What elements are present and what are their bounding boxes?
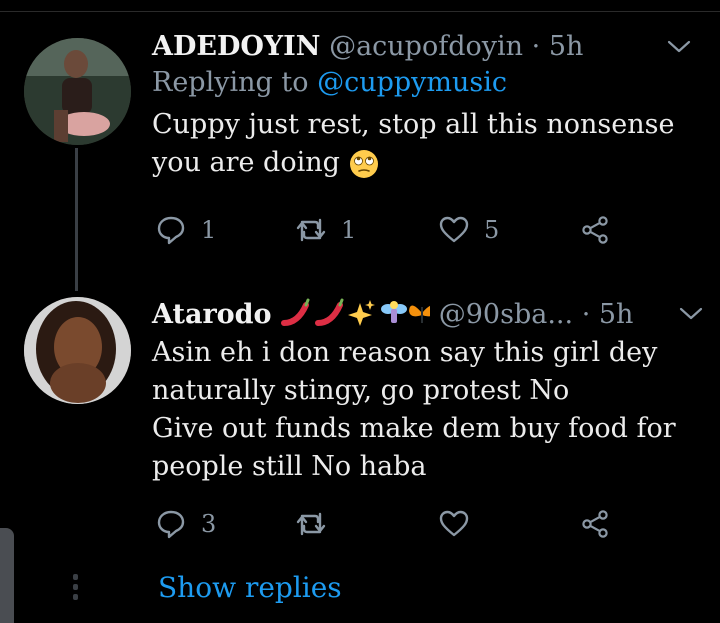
avatar[interactable] xyxy=(24,38,131,145)
heart-icon xyxy=(439,216,469,243)
share-button[interactable] xyxy=(579,214,611,246)
reply-count: 3 xyxy=(201,510,217,538)
reply-icon xyxy=(157,510,185,539)
thread-connector xyxy=(75,148,78,291)
like-button[interactable]: 5 xyxy=(438,214,499,246)
retweet-button[interactable]: 1 xyxy=(295,214,356,246)
tweet-actions: 1 1 5 xyxy=(155,214,625,254)
heart-icon xyxy=(439,510,469,537)
replying-to-label: Replying to xyxy=(152,67,309,98)
retweet-icon xyxy=(296,218,326,242)
name-emojis xyxy=(280,297,436,334)
tweet-text-line: people still No haba xyxy=(152,451,427,482)
side-handle[interactable] xyxy=(0,528,14,623)
tweet-text: Cuppy just rest, stop all this nonsense … xyxy=(152,106,700,182)
chevron-down-icon[interactable] xyxy=(666,36,692,56)
show-replies-link[interactable]: Show replies xyxy=(158,571,342,604)
share-button[interactable] xyxy=(579,508,611,540)
tweet[interactable]: ADEDOYIN @acupofdoyin · 5h Replying to @… xyxy=(152,32,700,182)
replying-to: Replying to @cuppymusic xyxy=(152,66,700,100)
tweet-text-line: Cuppy just rest, stop all this nonsense xyxy=(152,109,675,140)
tweet-text-line: naturally stingy, go protest No xyxy=(152,375,570,406)
tweet-header: Atarodo @90sba... · 5h xyxy=(152,297,700,330)
avatar[interactable] xyxy=(24,297,131,404)
butterfly-icon xyxy=(409,305,436,323)
like-count: 5 xyxy=(484,216,500,244)
reply-button[interactable]: 3 xyxy=(155,508,216,540)
separator: · xyxy=(531,31,541,62)
face-with-rolling-eyes-icon xyxy=(349,149,378,178)
thread-ellipsis xyxy=(73,574,79,604)
sparkles-icon xyxy=(348,300,376,326)
separator: · xyxy=(581,299,591,330)
avatar-photo xyxy=(24,38,131,145)
retweet-button[interactable] xyxy=(295,508,341,540)
tweet-text-line: Give out funds make dem buy food for xyxy=(152,413,676,444)
chevron-down-icon[interactable] xyxy=(678,303,704,323)
timestamp[interactable]: 5h xyxy=(599,299,634,330)
tweet[interactable]: Atarodo @90sba... · 5h Asin eh i don rea… xyxy=(152,297,703,486)
hot-pepper-icon xyxy=(315,298,344,326)
fairy-icon xyxy=(381,301,408,323)
share-icon xyxy=(582,216,608,244)
tweet-actions: 3 xyxy=(155,508,625,548)
mention-link[interactable]: @cuppymusic xyxy=(317,67,507,98)
top-divider xyxy=(0,11,720,12)
display-name[interactable]: ADEDOYIN xyxy=(152,31,320,62)
retweet-count: 1 xyxy=(341,216,357,244)
tweet-header: ADEDOYIN @acupofdoyin · 5h xyxy=(152,32,700,62)
avatar-photo xyxy=(24,297,131,404)
display-name[interactable]: Atarodo xyxy=(152,299,272,330)
share-icon xyxy=(582,510,608,538)
reply-button[interactable]: 1 xyxy=(155,214,216,246)
reply-icon xyxy=(157,216,185,245)
tweet-text-line: you are doing xyxy=(152,144,700,182)
like-button[interactable] xyxy=(438,508,484,540)
timestamp[interactable]: 5h xyxy=(549,31,584,62)
user-handle[interactable]: @acupofdoyin xyxy=(329,31,523,62)
retweet-icon xyxy=(296,512,326,536)
tweet-text-line: Asin eh i don reason say this girl dey xyxy=(152,337,658,368)
hot-pepper-icon xyxy=(281,298,310,326)
reply-count: 1 xyxy=(201,216,217,244)
user-handle[interactable]: @90sba... xyxy=(439,299,573,330)
tweet-text: Asin eh i don reason say this girl dey n… xyxy=(152,334,700,486)
